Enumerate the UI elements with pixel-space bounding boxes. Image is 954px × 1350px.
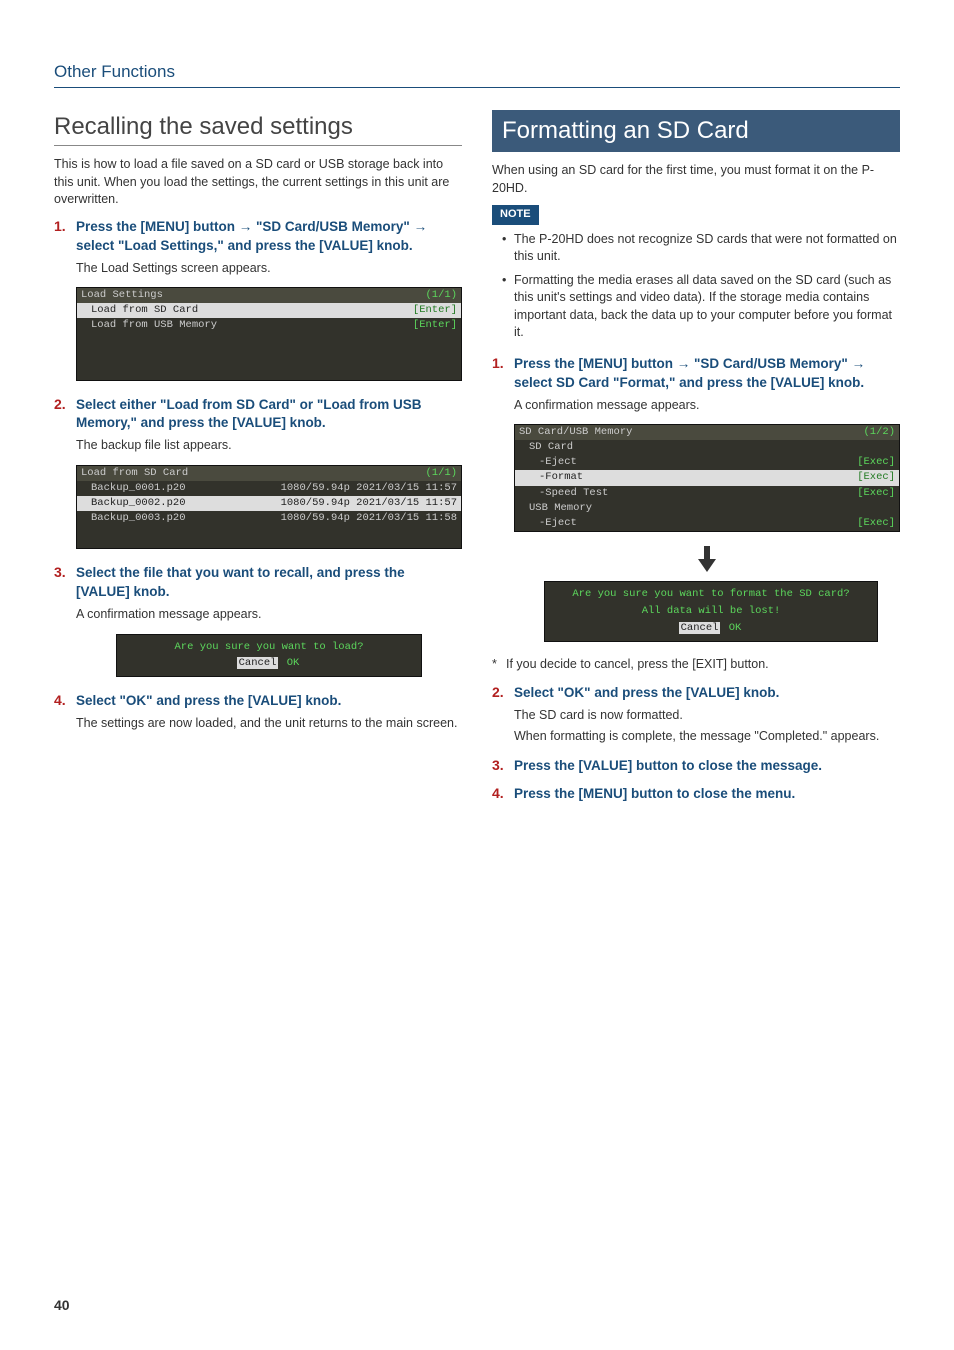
term-page: (1/1) — [425, 289, 457, 302]
term-row: -Format [Exec] — [515, 470, 899, 485]
left-step3: 3. Select the file that you want to reca… — [54, 563, 462, 602]
step-num: 1. — [54, 217, 76, 237]
step-text: Select "OK" and press the [VALUE] knob. — [514, 684, 779, 703]
dialog-message: Are you sure you want to format the SD c… — [549, 587, 873, 602]
footnote: * If you decide to cancel, press the [EX… — [492, 656, 900, 674]
term-title: SD Card/USB Memory — [519, 426, 632, 439]
step-text: Select "OK" and press the [VALUE] knob. — [76, 692, 341, 711]
dialog-message: Are you sure you want to load? — [121, 640, 417, 655]
right-step3: 3. Press the [VALUE] button to close the… — [492, 756, 900, 776]
footnote-text: If you decide to cancel, press the [EXIT… — [506, 656, 769, 674]
ok-button: OK — [285, 657, 302, 669]
term-group: SD Card — [515, 440, 899, 455]
left-step2-body: The backup file list appears. — [76, 437, 462, 455]
cancel-button: Cancel — [679, 622, 721, 634]
step-num: 3. — [54, 563, 76, 583]
arrow-down-icon — [514, 546, 900, 578]
step-text: Select either "Load from SD Card" or "Lo… — [76, 396, 462, 434]
left-intro: This is how to load a file saved on a SD… — [54, 156, 462, 209]
note-badge: NOTE — [492, 205, 539, 224]
load-settings-screen: Load Settings (1/1) Load from SD Card [E… — [76, 287, 462, 380]
term-row: Backup_0002.p20 1080/59.94p 2021/03/15 1… — [77, 496, 461, 511]
confirm-load-dialog: Are you sure you want to load? Cancel OK — [116, 634, 422, 677]
term-row: Backup_0003.p20 1080/59.94p 2021/03/15 1… — [77, 511, 461, 526]
step-num: 1. — [492, 354, 514, 374]
left-step2: 2. Select either "Load from SD Card" or … — [54, 395, 462, 434]
footnote-mark: * — [492, 656, 506, 674]
right-column: Formatting an SD Card When using an SD c… — [492, 110, 900, 808]
step-text: Press the [VALUE] button to close the me… — [514, 757, 822, 776]
page-number: 40 — [54, 1296, 70, 1316]
term-row: Load from USB Memory [Enter] — [77, 318, 461, 333]
step-num: 4. — [54, 691, 76, 711]
term-page: (1/2) — [863, 426, 895, 439]
step-text: Press the [MENU] button → "SD Card/USB M… — [514, 355, 900, 393]
term-group: USB Memory — [515, 501, 899, 516]
right-step1: 1. Press the [MENU] button → "SD Card/US… — [492, 354, 900, 393]
step-text: Press the [MENU] button to close the men… — [514, 785, 795, 804]
step-num: 3. — [492, 756, 514, 776]
right-heading: Formatting an SD Card — [492, 110, 900, 153]
dialog-message: All data will be lost! — [549, 604, 873, 619]
step-num: 2. — [492, 683, 514, 703]
term-row: Load from SD Card [Enter] — [77, 303, 461, 318]
right-intro: When using an SD card for the first time… — [492, 162, 900, 197]
step-text: Select the file that you want to recall,… — [76, 564, 462, 602]
term-row: Backup_0001.p20 1080/59.94p 2021/03/15 1… — [77, 481, 461, 496]
backup-list-screen: Load from SD Card (1/1) Backup_0001.p20 … — [76, 465, 462, 550]
left-heading: Recalling the saved settings — [54, 110, 462, 147]
left-step3-body: A confirmation message appears. — [76, 606, 462, 624]
right-step2: 2. Select "OK" and press the [VALUE] kno… — [492, 683, 900, 703]
note-item: Formatting the media erases all data sav… — [502, 272, 900, 342]
ok-button: OK — [727, 622, 744, 634]
term-page: (1/1) — [425, 467, 457, 480]
left-step4: 4. Select "OK" and press the [VALUE] kno… — [54, 691, 462, 711]
left-column: Recalling the saved settings This is how… — [54, 110, 462, 808]
term-row: -Eject [Exec] — [515, 455, 899, 470]
note-list: The P-20HD does not recognize SD cards t… — [502, 231, 900, 342]
note-item: The P-20HD does not recognize SD cards t… — [502, 231, 900, 266]
right-step2-body1: The SD card is now formatted. — [514, 707, 900, 725]
step-text: Press the [MENU] button → "SD Card/USB M… — [76, 218, 462, 256]
cancel-button: Cancel — [237, 657, 279, 669]
left-step1-body: The Load Settings screen appears. — [76, 260, 462, 278]
right-step4: 4. Press the [MENU] button to close the … — [492, 784, 900, 804]
left-step4-body: The settings are now loaded, and the uni… — [76, 715, 462, 733]
right-step2-body2: When formatting is complete, the message… — [514, 728, 900, 746]
left-step1: 1. Press the [MENU] button → "SD Card/US… — [54, 217, 462, 256]
section-title: Other Functions — [54, 60, 900, 88]
term-row: -Speed Test [Exec] — [515, 486, 899, 501]
step-num: 4. — [492, 784, 514, 804]
term-title: Load from SD Card — [81, 467, 188, 480]
right-step1-body: A confirmation message appears. — [514, 397, 900, 415]
sd-usb-menu-screen: SD Card/USB Memory (1/2) SD Card -Eject … — [514, 424, 900, 532]
term-title: Load Settings — [81, 289, 163, 302]
confirm-format-dialog: Are you sure you want to format the SD c… — [544, 581, 878, 641]
term-row: -Eject [Exec] — [515, 516, 899, 531]
step-num: 2. — [54, 395, 76, 415]
